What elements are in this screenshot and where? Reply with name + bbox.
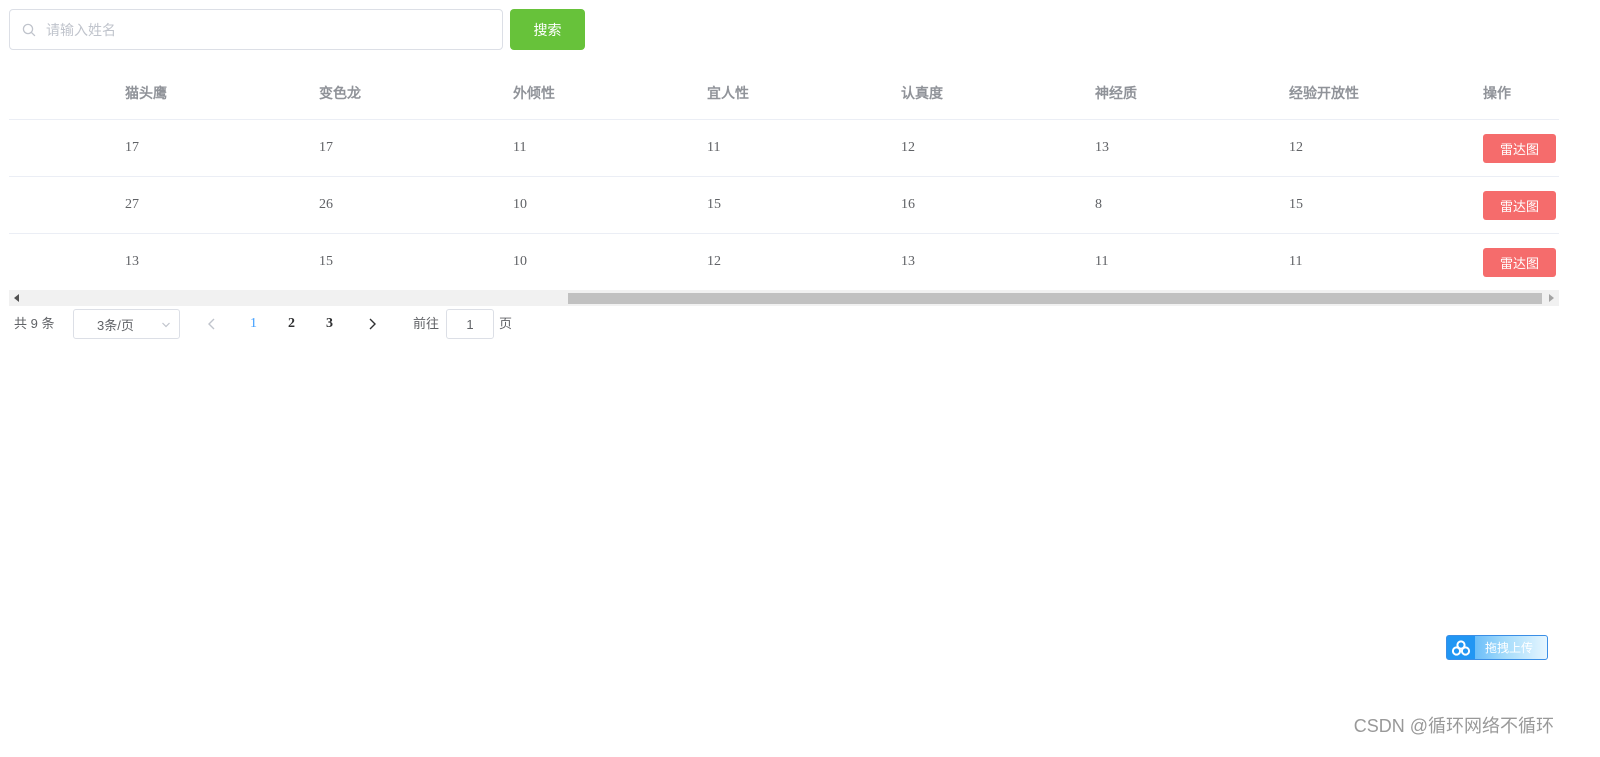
table-cell: 15 (1289, 197, 1303, 212)
table-cell: 12 (1289, 140, 1303, 155)
chevron-right-icon[interactable] (364, 316, 380, 332)
table-cell: 10 (513, 254, 527, 269)
table-cell: 11 (1095, 254, 1109, 269)
table-cell: 12 (707, 254, 721, 269)
caret-right-icon (1549, 294, 1554, 302)
table-cell: 15 (319, 254, 333, 269)
table-cell: 10 (513, 197, 527, 212)
data-table: 猫头鹰 变色龙 外倾性 宜人性 认真度 神经质 经验开放性 操作 17 17 1… (9, 66, 1559, 306)
table-row: 17 17 11 11 12 13 12 雷达图 (9, 120, 1559, 177)
table-cell: 12 (901, 140, 915, 155)
goto-page-input[interactable] (446, 309, 494, 339)
table-header: 猫头鹰 变色龙 外倾性 宜人性 认真度 神经质 经验开放性 操作 (9, 66, 1559, 120)
table-cell: 13 (1095, 140, 1109, 155)
radar-chart-button[interactable]: 雷达图 (1483, 133, 1556, 163)
goto-suffix: 页 (499, 316, 513, 331)
page-size-value: 3条/页 (97, 317, 134, 333)
table-cell: 15 (707, 197, 721, 212)
table-row: 27 26 10 15 16 8 15 雷达图 (9, 177, 1559, 234)
page-number-1[interactable]: 1 (250, 309, 257, 339)
column-header: 外倾性 (513, 84, 555, 101)
page-size-select[interactable]: 3条/页 (73, 309, 180, 339)
table-cell: 27 (125, 197, 139, 212)
table-cell: 26 (319, 197, 333, 212)
table-cell: 17 (125, 140, 139, 155)
action-cell: 雷达图 (1483, 177, 1556, 233)
search-box[interactable] (9, 9, 503, 50)
column-header: 变色龙 (319, 84, 361, 101)
table-cell: 11 (513, 140, 527, 155)
radar-chart-button[interactable]: 雷达图 (1483, 247, 1556, 277)
chevron-left-icon[interactable] (204, 316, 220, 332)
chevron-down-icon (162, 322, 170, 328)
table-cell: 16 (901, 197, 915, 212)
caret-left-icon (14, 294, 19, 302)
column-header: 猫头鹰 (125, 84, 167, 101)
watermark: CSDN @循环网络不循环 (1353, 716, 1554, 736)
column-header: 经验开放性 (1289, 84, 1359, 101)
column-header: 宜人性 (707, 84, 749, 101)
page-number-3[interactable]: 3 (326, 309, 333, 339)
scroll-right-arrow[interactable] (1543, 290, 1559, 306)
search-button[interactable]: 搜索 (510, 9, 585, 50)
horizontal-scrollbar[interactable] (9, 290, 1559, 306)
pagination: 共 9 条 3条/页 1 2 3 前往 页 (14, 309, 574, 339)
table-cell: 11 (1289, 254, 1303, 269)
table-cell: 8 (1095, 197, 1102, 212)
scrollbar-thumb[interactable] (568, 293, 1542, 304)
table-cell: 11 (707, 140, 721, 155)
table-row: 13 15 10 12 13 11 11 雷达图 (9, 234, 1559, 290)
pagination-total: 共 9 条 (14, 316, 55, 331)
column-header: 神经质 (1095, 84, 1137, 101)
cloud-widget-label: 拖拽上传 (1485, 641, 1534, 655)
action-cell: 雷达图 (1483, 120, 1556, 176)
table-cell: 13 (901, 254, 915, 269)
cloud-upload-widget[interactable]: 拖拽上传 (1446, 635, 1548, 660)
goto-label: 前往 (413, 316, 440, 331)
page-number-2[interactable]: 2 (288, 309, 295, 339)
column-header: 认真度 (901, 84, 943, 101)
search-input[interactable] (44, 9, 502, 50)
radar-chart-button[interactable]: 雷达图 (1483, 190, 1556, 220)
table-cell: 17 (319, 140, 333, 155)
action-cell: 雷达图 (1483, 234, 1556, 290)
search-icon (22, 23, 36, 36)
column-header-actions: 操作 (1483, 84, 1511, 101)
scroll-left-arrow[interactable] (9, 290, 25, 306)
cloud-icon (1447, 636, 1475, 659)
table-cell: 13 (125, 254, 139, 269)
